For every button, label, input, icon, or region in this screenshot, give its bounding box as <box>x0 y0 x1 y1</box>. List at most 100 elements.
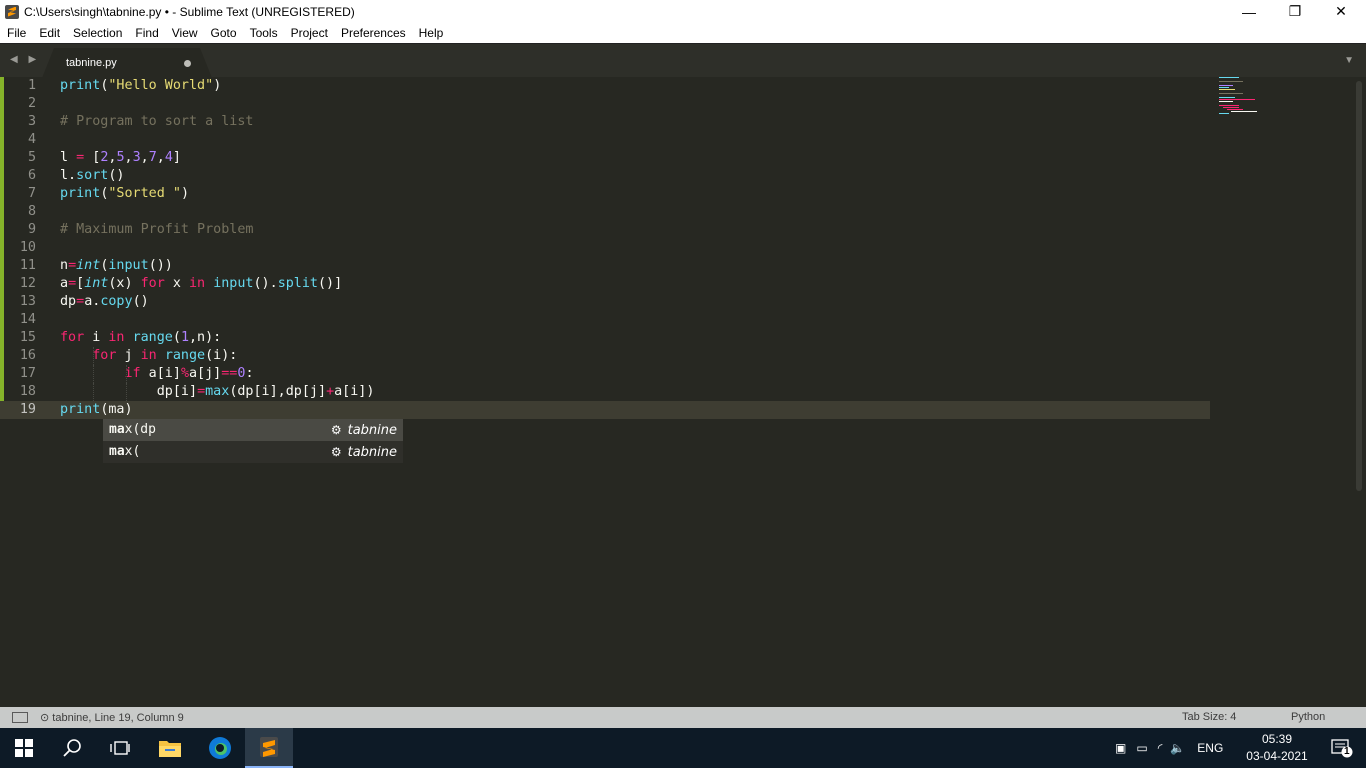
sublime-text-taskbar-button[interactable] <box>245 728 293 768</box>
code-line[interactable]: 15 for i in range(1,n): <box>0 329 1210 347</box>
start-button[interactable] <box>0 728 48 768</box>
line-number: 5 <box>27 150 36 165</box>
system-tray: ▣ ▭ ◜ 🔈 ENG <box>1115 728 1223 768</box>
code-line[interactable]: 9 # Maximum Profit Problem <box>0 221 1210 239</box>
code-token: n <box>60 258 69 273</box>
search-icon <box>63 739 81 757</box>
edge-browser-button[interactable] <box>196 728 244 768</box>
code-token: "Sorted " <box>108 186 181 201</box>
line-number: 15 <box>19 330 36 345</box>
indent-guide <box>93 365 94 383</box>
code-line[interactable]: 11 n=int(input()) <box>0 257 1210 275</box>
menu-tools[interactable]: Tools <box>243 23 284 43</box>
code-token: x <box>164 276 189 291</box>
code-token: 5 <box>116 150 125 165</box>
wifi-icon[interactable]: ◜ <box>1158 741 1163 755</box>
menu-file[interactable]: File <box>0 23 32 43</box>
line-number: 11 <box>19 258 36 273</box>
close-button[interactable]: ✕ <box>1318 0 1364 23</box>
vertical-scrollbar[interactable] <box>1356 81 1362 491</box>
file-explorer-button[interactable] <box>146 728 194 768</box>
code-token: range <box>164 348 206 363</box>
show-panel-icon[interactable] <box>12 712 28 723</box>
volume-icon[interactable]: 🔈 <box>1170 741 1185 755</box>
code-token: , <box>156 150 165 165</box>
minimize-button[interactable]: — <box>1226 0 1272 23</box>
code-line[interactable]: 10 <box>0 239 1210 257</box>
search-button[interactable] <box>48 728 96 768</box>
code-token: ) <box>213 78 222 93</box>
menu-selection[interactable]: Selection <box>66 23 128 43</box>
tab-size-selector[interactable]: Tab Size: 4 <box>1182 711 1236 723</box>
editor-pane[interactable]: 1 print ("Hello World") 2 3 # Program to sort… <box>0 77 1366 707</box>
code-line[interactable]: 5l = [2,5,3,7,4] <box>0 149 1210 167</box>
code-line[interactable]: 18 dp[i]=max(dp[i],dp[j]+a[i]) <box>0 383 1210 401</box>
code-token: : <box>245 366 254 381</box>
tab-list-dropdown-icon[interactable]: ▼ <box>1344 55 1354 66</box>
code-line[interactable]: 19 print(ma) <box>0 401 1210 419</box>
menu-view[interactable]: View <box>165 23 204 43</box>
tabnine-icon: ⚙ <box>330 423 342 437</box>
code-token: input <box>108 258 149 273</box>
code-line[interactable]: 2 <box>0 95 1210 113</box>
code-token: , <box>140 150 149 165</box>
code-token: # Program to sort a list <box>60 114 254 129</box>
code-token: a[i]) <box>334 384 375 399</box>
sublime-text-icon <box>260 737 278 757</box>
code-token: split <box>277 276 318 291</box>
battery-icon[interactable]: ▭ <box>1136 741 1147 755</box>
menu-goto[interactable]: Goto <box>204 23 243 43</box>
code-token: [ <box>76 276 85 291</box>
clock[interactable]: 05:39 03-04-2021 <box>1246 731 1308 765</box>
task-view-icon <box>110 741 130 755</box>
completion-match: ma <box>109 422 125 437</box>
menu-edit[interactable]: Edit <box>32 23 66 43</box>
syntax-selector[interactable]: Python <box>1291 711 1325 723</box>
code-token: = <box>68 258 77 273</box>
code-token: dp[i] <box>60 384 198 399</box>
clock-time: 05:39 <box>1261 732 1293 746</box>
code-line[interactable]: 7 print("Sorted ") <box>0 185 1210 203</box>
code-line[interactable]: 16 for j in range(i): <box>0 347 1210 365</box>
task-view-button[interactable] <box>96 728 144 768</box>
completion-rest: x(dp <box>124 422 156 437</box>
tab-navigation-arrows-icon[interactable]: ◀ ▶ <box>10 54 40 65</box>
menu-help[interactable]: Help <box>412 23 450 43</box>
code-token: ( <box>172 330 181 345</box>
menu-project[interactable]: Project <box>284 23 334 43</box>
code-line[interactable]: 1 print("Hello World") <box>0 77 1210 95</box>
unsaved-indicator-icon[interactable] <box>184 60 191 67</box>
code-token: a[j] <box>189 366 222 381</box>
line-number: 10 <box>19 240 36 255</box>
autocomplete-item[interactable]: max(dp ⚙ tabnine <box>103 419 403 441</box>
code-line[interactable]: 8 <box>0 203 1210 221</box>
autocomplete-item[interactable]: max( ⚙ tabnine <box>103 441 403 463</box>
action-center-button[interactable]: 1 <box>1318 728 1366 768</box>
code-line[interactable]: 3 # Program to sort a list <box>0 113 1210 131</box>
menu-find[interactable]: Find <box>128 23 164 43</box>
input-language[interactable]: ENG <box>1197 741 1223 755</box>
code-token: for <box>92 348 117 363</box>
code-area[interactable]: 1 print ("Hello World") 2 3 # Program to sort… <box>0 77 1210 419</box>
restore-button[interactable]: ❐ <box>1272 0 1318 23</box>
code-line[interactable]: 13 dp=a.copy() <box>0 293 1210 311</box>
title-bar: C:\Users\singh\tabnine.py • - Sublime Te… <box>0 0 1366 23</box>
tab-tabnine-py[interactable]: tabnine.py <box>42 48 212 78</box>
code-token: j <box>116 348 141 363</box>
code-token: l <box>60 150 77 165</box>
code-line[interactable]: 17 if a[i]%a[j]==0: <box>0 365 1210 383</box>
meet-now-icon[interactable]: ▣ <box>1115 741 1126 755</box>
line-number: 4 <box>27 132 36 147</box>
indent-guide <box>93 383 94 401</box>
line-number: 18 <box>19 384 36 399</box>
code-token: print <box>60 402 101 417</box>
completion-source: ⚙ tabnine <box>331 419 397 442</box>
code-line[interactable]: 4 <box>0 131 1210 149</box>
minimap[interactable] <box>1219 77 1279 117</box>
menu-preferences[interactable]: Preferences <box>334 23 412 43</box>
code-token: input <box>213 276 254 291</box>
code-line[interactable]: 6 l.sort() <box>0 167 1210 185</box>
code-line[interactable]: 14 <box>0 311 1210 329</box>
code-line[interactable]: 12 a=[int(x) for x in input().split()] <box>0 275 1210 293</box>
